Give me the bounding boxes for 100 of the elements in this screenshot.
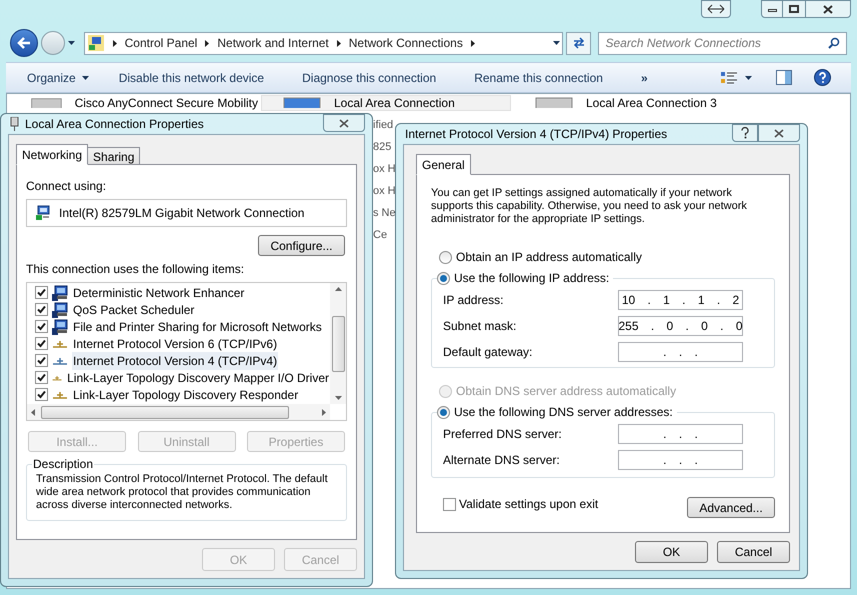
network-adapter-icon	[35, 205, 51, 221]
close-button[interactable]	[758, 124, 800, 142]
search-field[interactable]: Search Network Connections	[598, 32, 847, 54]
close-icon	[339, 118, 349, 128]
chevron-icon	[336, 40, 341, 46]
close-button[interactable]	[323, 114, 365, 132]
chevron-icon	[112, 40, 117, 46]
intro-text: You can get IP settings assigned automatically if your network supports this capability. Otherwise, you need to ask your network administrator for the appropriate IP settings.	[431, 187, 748, 226]
field-label: Preferred DNS server:	[443, 426, 563, 443]
protocol-icon	[52, 356, 68, 366]
validate-checkbox[interactable]	[443, 498, 456, 510]
radio-button[interactable]	[437, 406, 450, 418]
horizontal-scrollbar[interactable]	[27, 404, 330, 420]
list-item[interactable]: File and Printer Sharing for Microsoft Networks	[72, 318, 323, 336]
dns-input-field[interactable]: . . .	[618, 424, 743, 444]
help-button[interactable]	[732, 124, 758, 142]
connection-item[interactable]: Local Area Connection	[261, 95, 511, 111]
snap-button[interactable]	[701, 0, 731, 18]
item-checkbox[interactable]	[35, 354, 48, 367]
close-icon	[774, 128, 784, 138]
refresh-button[interactable]	[566, 32, 592, 54]
ip-input-field[interactable]: . . .	[618, 342, 743, 362]
radio-label: Use the following IP address:	[454, 270, 610, 287]
list-item[interactable]: Link-Layer Topology Discovery Responder	[72, 386, 300, 404]
dialog-title: Local Area Connection Properties	[25, 116, 204, 133]
radio-label: Obtain an IP address automatically	[456, 249, 642, 266]
section-label: Connect using:	[26, 178, 108, 195]
scroll-right-icon	[322, 408, 326, 416]
back-button[interactable]	[10, 29, 38, 57]
control-panel-icon	[86, 34, 105, 52]
item-checkbox[interactable]	[35, 371, 48, 384]
scroll-thumb[interactable]	[332, 316, 344, 372]
scroll-down-icon	[334, 396, 342, 400]
field-label: IP address:	[443, 292, 504, 309]
list-item[interactable]: Deterministic Network Enhancer	[72, 284, 246, 302]
ip-input-field[interactable]: 255 . 0 . 0 . 0	[618, 316, 743, 336]
computer-icon	[52, 318, 68, 334]
dialog-title: Internet Protocol Version 4 (TCP/IPv4) Properties	[405, 126, 668, 143]
breadcrumb-link[interactable]: Network and Internet	[217, 34, 329, 52]
history-caret-icon	[68, 41, 75, 45]
toolbar-button[interactable]: Organize	[27, 68, 89, 86]
address-bar[interactable]: Control Panel Network and Internet Network Connections	[84, 32, 563, 54]
view-caret-icon	[745, 76, 752, 80]
tab[interactable]: Sharing	[87, 147, 140, 165]
maximize-button[interactable]	[783, 0, 805, 18]
item-checkbox[interactable]	[35, 388, 48, 401]
search-input[interactable]: Search Network Connections	[605, 34, 828, 52]
configure-button[interactable]: Configure...	[258, 235, 345, 256]
list-item[interactable]: Internet Protocol Version 4 (TCP/IPv4)	[72, 352, 278, 370]
breadcrumb-link[interactable]: Control Panel	[124, 34, 198, 52]
cancel-button[interactable]: Cancel	[717, 541, 790, 563]
computer-icon	[52, 302, 68, 318]
minimize-button[interactable]	[761, 0, 783, 18]
close-icon	[823, 4, 833, 14]
preview-pane-icon[interactable]	[776, 70, 792, 85]
list-item[interactable]: Internet Protocol Version 6 (TCP/IPv6)	[72, 334, 278, 352]
protocol-icon	[52, 390, 68, 400]
connection-item[interactable]: Cisco AnyConnect Secure Mobility	[9, 95, 259, 111]
toolbar-button[interactable]: Disable this network device	[118, 68, 264, 86]
scroll-thumb[interactable]	[41, 406, 289, 418]
hidden-text-fragment: ox H	[373, 162, 396, 176]
dns-input-field[interactable]: . . .	[618, 450, 743, 470]
advanced-button[interactable]: Advanced...	[687, 497, 775, 518]
item-checkbox[interactable]	[35, 320, 48, 333]
breadcrumb-link[interactable]: Network Connections	[348, 34, 463, 52]
tab[interactable]: Networking	[16, 144, 88, 165]
more-commands-button[interactable]: »	[640, 68, 648, 86]
close-button[interactable]	[805, 0, 851, 18]
field-label: Alternate DNS server:	[443, 452, 561, 469]
item-checkbox[interactable]	[35, 286, 48, 299]
help-icon[interactable]	[814, 69, 831, 86]
back-arrow-icon	[16, 37, 31, 49]
address-caret-icon	[552, 41, 560, 45]
hidden-text-fragment: ox H	[373, 184, 396, 198]
item-checkbox[interactable]	[35, 337, 48, 350]
list-item[interactable]: QoS Packet Scheduler	[72, 300, 196, 318]
hidden-text-fragment: 825	[373, 140, 392, 154]
ok-button[interactable]: OK	[635, 541, 708, 563]
hidden-text-fragment: s Ne	[373, 206, 396, 220]
search-icon	[828, 37, 840, 49]
refresh-icon	[572, 37, 586, 49]
connection-item[interactable]: Local Area Connection 3	[513, 95, 763, 111]
scroll-up-icon	[334, 287, 342, 291]
checkbox-label: Validate settings upon exit	[459, 496, 598, 513]
ip-input-field[interactable]: 10 . 1 . 1 . 2	[618, 290, 743, 310]
toolbar-button[interactable]: Rename this connection	[474, 68, 603, 86]
hidden-text-fragment: ified	[373, 118, 394, 132]
view-options-icon[interactable]	[721, 70, 737, 84]
tab[interactable]: General	[416, 154, 471, 175]
list-item[interactable]: Link-Layer Topology Discovery Mapper I/O Driver	[66, 368, 330, 386]
radio-button[interactable]	[437, 272, 450, 284]
field-label: Subnet mask:	[443, 318, 518, 335]
item-checkbox[interactable]	[35, 303, 48, 316]
caret-icon	[82, 76, 89, 80]
toolbar-button[interactable]: Diagnose this connection	[302, 68, 436, 86]
field-label: Default gateway:	[443, 344, 534, 361]
vertical-scrollbar[interactable]	[330, 283, 346, 404]
hidden-text-fragment: Ce	[373, 228, 388, 242]
protocol-icon	[52, 338, 68, 348]
radio-button[interactable]	[439, 250, 452, 264]
